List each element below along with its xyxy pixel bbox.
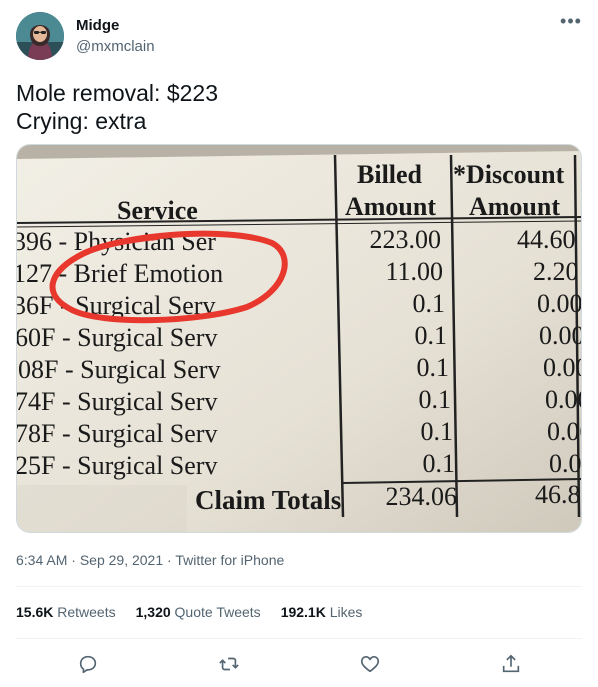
divider xyxy=(16,586,582,587)
row-service: 60F - Surgical Serv xyxy=(17,323,217,352)
action-bar xyxy=(0,650,598,678)
retweet-button[interactable] xyxy=(215,650,243,678)
retweets-count: 15.6K xyxy=(16,604,54,620)
row-discount: 44.60 xyxy=(517,225,576,254)
like-icon xyxy=(360,656,380,673)
row-discount: 0.00 xyxy=(545,385,582,414)
header-discount: *Discount xyxy=(453,160,565,189)
header-service: Service xyxy=(117,196,198,225)
quote-tweets-stat[interactable]: 1,320 Quote Tweets xyxy=(136,604,261,620)
retweet-icon xyxy=(219,657,239,671)
reply-icon xyxy=(79,655,97,674)
retweets-label: Retweets xyxy=(57,604,116,620)
profile-avatar-icon xyxy=(16,12,64,60)
row-billed: 0.1 xyxy=(413,289,446,318)
retweets-stat[interactable]: 15.6K Retweets xyxy=(16,604,116,620)
divider xyxy=(16,638,582,639)
more-options-icon[interactable]: ••• xyxy=(556,12,586,36)
claim-totals-discount: 46.8 xyxy=(535,480,581,509)
header-billed: Billed xyxy=(357,160,423,189)
row-billed: 0.1 xyxy=(417,353,450,382)
row-discount: 0.00 xyxy=(537,289,582,318)
row-billed: 11.00 xyxy=(385,257,443,286)
row-discount: 0.00 xyxy=(539,321,582,350)
header-billed-amount: Amount xyxy=(345,192,436,221)
reply-button[interactable] xyxy=(74,650,102,678)
likes-label: Likes xyxy=(329,604,363,620)
author-handle[interactable]: @mxmclain xyxy=(76,38,155,55)
engagement-stats: 15.6K Retweets 1,320 Quote Tweets 192.1K… xyxy=(16,604,362,620)
row-billed: 0.1 xyxy=(421,417,454,446)
share-icon xyxy=(502,654,520,673)
tweet-photo[interactable]: Service Billed Amount *Discount Amount 3… xyxy=(16,144,582,533)
row-discount: 0.00 xyxy=(543,353,582,382)
author-name[interactable]: Midge xyxy=(76,17,119,34)
row-discount: 2.20 xyxy=(533,257,579,286)
meta-separator: · xyxy=(67,552,80,568)
row-billed: 223.00 xyxy=(370,225,442,254)
row-billed: 0.1 xyxy=(423,449,456,478)
row-discount: 0.00 xyxy=(547,417,582,446)
row-service: 78F - Surgical Serv xyxy=(17,419,217,448)
row-discount: 0.0 xyxy=(549,449,582,478)
row-billed: 0.1 xyxy=(415,321,448,350)
quotes-count: 1,320 xyxy=(135,604,171,620)
like-button[interactable] xyxy=(356,650,384,678)
header-discount-amount: Amount xyxy=(469,192,560,221)
tweet-date[interactable]: Sep 29, 2021 xyxy=(80,552,163,568)
row-service: 25F - Surgical Serv xyxy=(17,451,217,480)
claim-totals-label: Claim Totals xyxy=(195,485,341,515)
likes-count: 192.1K xyxy=(280,604,326,620)
tweet-text: Mole removal: $223 Crying: extra xyxy=(16,80,218,134)
quotes-label: Quote Tweets xyxy=(174,604,261,620)
tweet-source[interactable]: Twitter for iPhone xyxy=(175,552,284,568)
avatar[interactable] xyxy=(16,12,64,60)
row-service: 74F - Surgical Serv xyxy=(17,387,217,416)
share-button[interactable] xyxy=(497,650,525,678)
meta-separator: · xyxy=(163,552,176,568)
tweet-time[interactable]: 6:34 AM xyxy=(16,552,67,568)
claim-totals-billed: 234.06 xyxy=(386,482,458,511)
tweet-meta: 6:34 AM · Sep 29, 2021 · Twitter for iPh… xyxy=(16,552,284,568)
row-service: 008F - Surgical Serv xyxy=(17,355,220,384)
row-billed: 0.1 xyxy=(419,385,452,414)
likes-stat[interactable]: 192.1K Likes xyxy=(281,604,363,620)
row-service: 127 - Brief Emotion xyxy=(17,259,223,288)
